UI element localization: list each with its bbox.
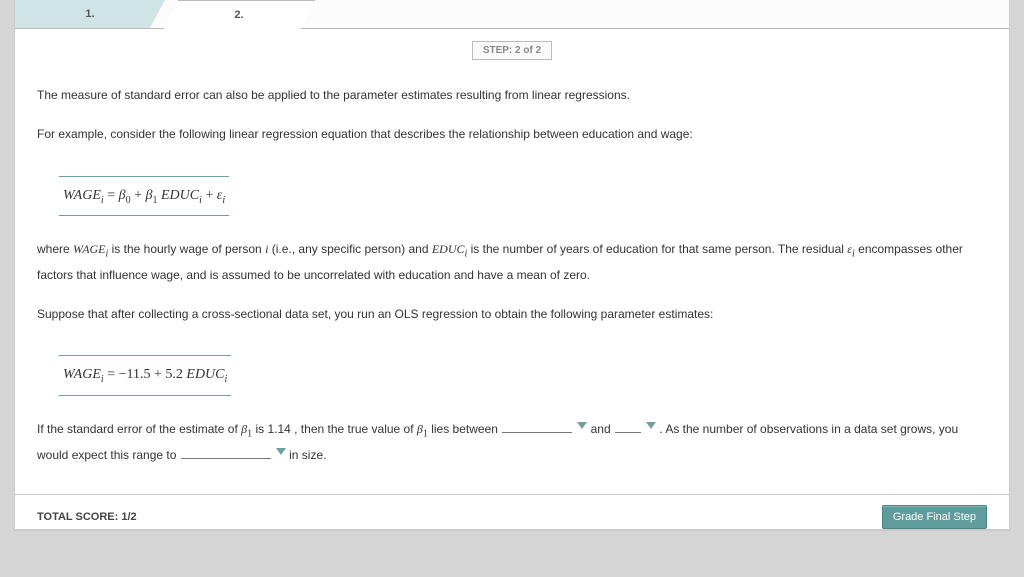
chevron-down-icon [577, 422, 587, 429]
dropdown-lower[interactable] [501, 418, 587, 433]
equation-model: WAGEi = β0 + β1 EDUCi + εi [59, 176, 229, 217]
chevron-down-icon [276, 448, 286, 455]
question-body: The measure of standard error can also b… [15, 68, 1009, 494]
step-indicator: STEP: 2 of 2 [472, 41, 552, 60]
chevron-down-icon [646, 422, 656, 429]
dropdown-upper[interactable] [614, 418, 656, 433]
suppose: Suppose that after collecting a cross-se… [37, 303, 987, 326]
intro-1: The measure of standard error can also b… [37, 84, 987, 107]
fill-in: If the standard error of the estimate of… [37, 418, 987, 466]
step-tabs: 1. 2. [15, 0, 1009, 29]
eq1-lhs: WAGEi [63, 188, 104, 203]
tab-step-1[interactable]: 1. [15, 0, 165, 28]
grade-final-step-button[interactable]: Grade Final Step [882, 505, 987, 529]
tab-step-2[interactable]: 2. [163, 0, 315, 30]
total-score: TOTAL SCORE: 1/2 [37, 511, 137, 523]
dropdown-range[interactable] [180, 444, 286, 459]
intro-2: For example, consider the following line… [37, 123, 987, 146]
explain-vars: where WAGEi is the hourly wage of person… [37, 238, 987, 286]
equation-estimate: WAGEi = −11.5 + 5.2 EDUCi [59, 355, 231, 396]
